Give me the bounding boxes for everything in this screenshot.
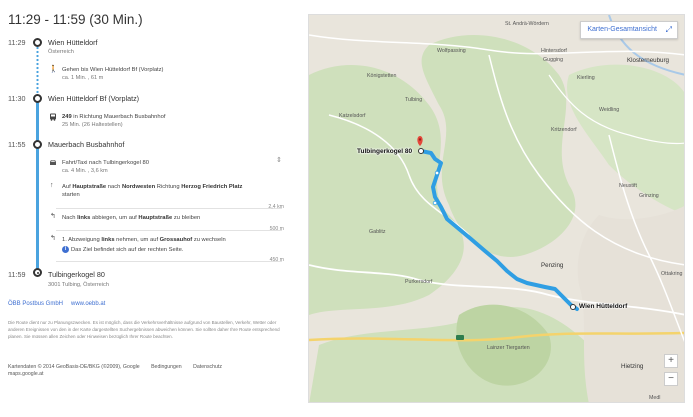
walk-segment-line bbox=[36, 46, 39, 94]
turn-left-icon: ↰ bbox=[50, 213, 56, 220]
place-label: Königstetten bbox=[367, 73, 397, 79]
walk-icon: 🚶 bbox=[49, 66, 58, 73]
divider bbox=[56, 230, 282, 231]
bus-icon bbox=[49, 113, 57, 123]
place-label: Ottakring bbox=[661, 271, 683, 277]
arrow-up-icon: ↑ bbox=[50, 182, 54, 189]
place-label: Klosterneuburg bbox=[627, 57, 669, 64]
agency-link[interactable]: ÖBB Postbus GmbH bbox=[8, 301, 63, 307]
time-4: 11:59 bbox=[8, 270, 26, 279]
place-label: St. Andrä-Wördern bbox=[505, 21, 549, 27]
expand-steps-icon[interactable]: ⇕ bbox=[276, 156, 282, 164]
stop-3[interactable]: Mauerbach Busbahnhof bbox=[48, 140, 124, 149]
place-label: Wolfpassing bbox=[437, 48, 466, 54]
place-label: Lainzer Tiergarten bbox=[487, 345, 530, 351]
expand-icon: ⤢ bbox=[665, 25, 672, 34]
step-1-distance: 2,4 km bbox=[268, 204, 284, 210]
taxi-duration: ca. 4 Min. , 3,6 km bbox=[62, 168, 108, 174]
map-data-attribution: Kartendaten © 2014 GeoBasis-DE/BKG (©200… bbox=[8, 364, 140, 370]
place-label: Kierling bbox=[577, 75, 595, 81]
step-2: Nach links abbiegen, um auf Hauptstraße … bbox=[62, 215, 201, 221]
place-label: Hietzing bbox=[621, 363, 644, 370]
place-label: Grinzing bbox=[639, 193, 659, 199]
step-2-distance: 500 m bbox=[269, 226, 284, 232]
timeline-node-2 bbox=[33, 94, 42, 103]
car-icon bbox=[49, 159, 57, 168]
place-label: Weidling bbox=[599, 107, 620, 113]
divider bbox=[56, 208, 282, 209]
info-icon: i bbox=[62, 246, 69, 253]
bus-route-line bbox=[36, 102, 39, 270]
itinerary-panel: 11:29 - 11:59 (30 Min.) 11:29 Wien Hütte… bbox=[0, 0, 300, 417]
place-label: Neustift bbox=[619, 183, 637, 189]
divider bbox=[56, 261, 282, 262]
agency-url-link[interactable]: www.oebb.at bbox=[71, 301, 105, 307]
time-1: 11:29 bbox=[8, 38, 26, 47]
place-label: Penzing bbox=[541, 262, 564, 269]
place-label: Gugging bbox=[543, 57, 564, 63]
stop-4-address: 3001 Tulbing, Österreich bbox=[48, 282, 109, 288]
timeline-node-3 bbox=[33, 140, 42, 149]
timeline-node-end bbox=[33, 268, 42, 277]
domain-text: maps.google.at bbox=[8, 371, 44, 377]
place-label: Purkersdorf bbox=[405, 279, 433, 285]
walk-duration: ca. 1 Min. , 61 m bbox=[62, 75, 104, 81]
zoom-out-button[interactable]: − bbox=[664, 372, 678, 386]
trip-summary-title: 11:29 - 11:59 (30 Min.) bbox=[8, 12, 143, 27]
privacy-link[interactable]: Datenschutz bbox=[193, 364, 222, 370]
disclaimer-text: Die Route dient nur zu Planungszwecken. … bbox=[8, 320, 280, 339]
time-3: 11:55 bbox=[8, 140, 26, 149]
bus-line-number[interactable]: 249 bbox=[62, 114, 72, 120]
origin-label[interactable]: Wien Hütteldorf bbox=[579, 303, 627, 310]
timeline-node-start bbox=[33, 38, 42, 47]
map-footer: Kartendaten © 2014 GeoBasis-DE/BKG (©200… bbox=[8, 364, 232, 370]
route-map[interactable]: St. Andrä-Wördern Wolfpassing Hintersdor… bbox=[308, 14, 685, 403]
zoom-in-button[interactable]: + bbox=[664, 354, 678, 368]
place-label: Katzelsdorf bbox=[339, 113, 366, 119]
place-label: Gablitz bbox=[369, 229, 386, 235]
stop-4[interactable]: Tulbingerkogel 80 bbox=[48, 270, 105, 279]
bus-instruction: 249 in Richtung Mauerbach Busbahnhof bbox=[62, 114, 166, 120]
step-1-cont: starten bbox=[62, 192, 80, 198]
walk-instruction: Gehen bis Wien Hütteldorf Bf (Vorplatz) bbox=[62, 67, 164, 73]
place-label: Medl bbox=[649, 395, 661, 401]
step-1: Auf Hauptstraße nach Nordwesten Richtung… bbox=[62, 184, 243, 190]
time-2: 11:30 bbox=[8, 94, 26, 103]
step-3-note: i Das Ziel befindet sich auf der rechten … bbox=[62, 246, 183, 253]
bus-duration[interactable]: 25 Min. (26 Haltestellen) bbox=[62, 122, 123, 128]
place-label: Tulbing bbox=[405, 97, 423, 103]
map-overview-button[interactable]: Karten-Gesamtansicht ⤢ bbox=[580, 21, 678, 39]
turn-left-icon: ↰ bbox=[50, 235, 56, 242]
destination-label[interactable]: Tulbingerkogel 80 bbox=[357, 148, 412, 155]
place-label: Hintersdorf bbox=[541, 48, 567, 54]
stop-1[interactable]: Wien Hütteldorf bbox=[48, 38, 98, 47]
place-label: Kritzendorf bbox=[551, 127, 577, 133]
terms-link[interactable]: Bedingungen bbox=[151, 364, 182, 370]
stop-2[interactable]: Wien Hütteldorf Bf (Vorplatz) bbox=[48, 94, 139, 103]
step-3-distance: 450 m bbox=[269, 257, 284, 263]
step-3: 1. Abzweigung links nehmen, um auf Gross… bbox=[62, 237, 226, 243]
stop-1-country: Österreich bbox=[48, 49, 74, 55]
taxi-instruction: Fahrt/Taxi nach Tulbingerkogel 80 bbox=[62, 160, 150, 166]
